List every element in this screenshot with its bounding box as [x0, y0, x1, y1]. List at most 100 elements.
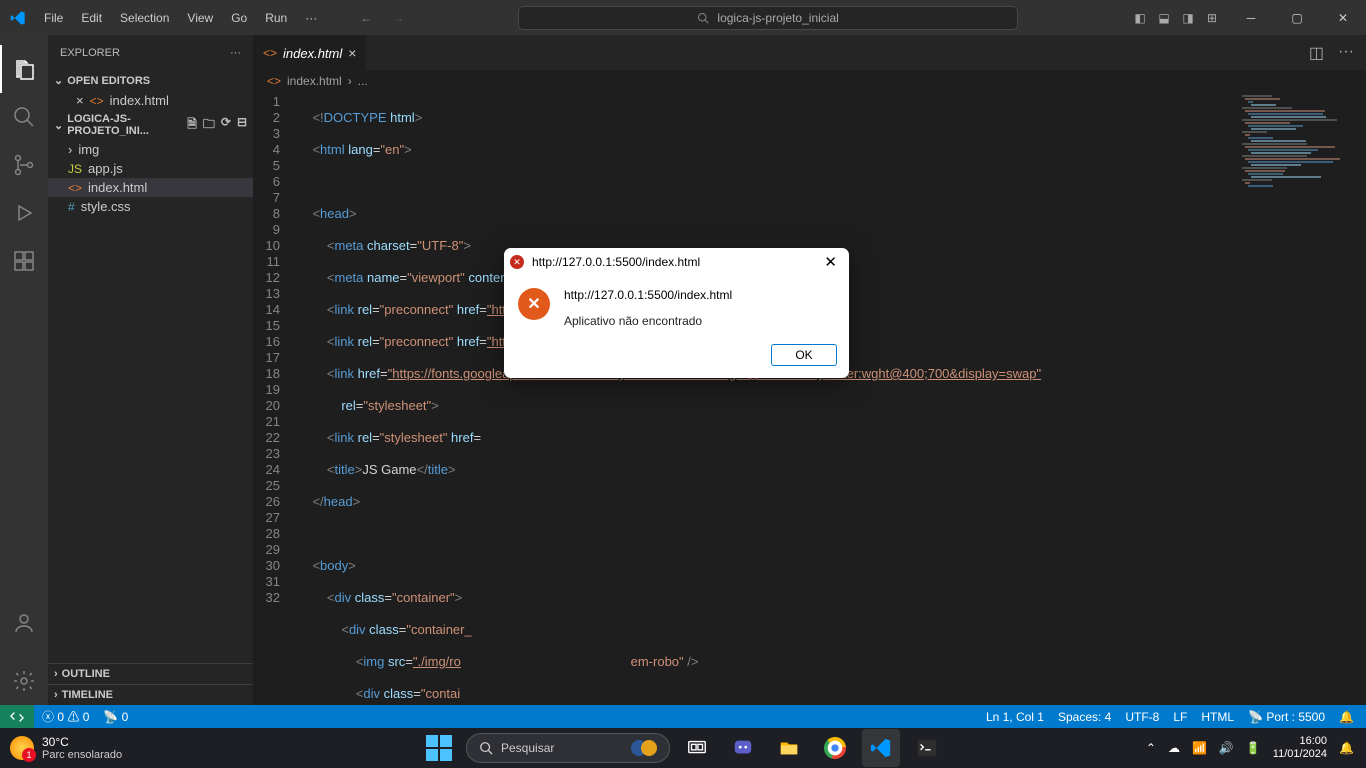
status-cursor-position[interactable]: Ln 1, Col 1: [986, 710, 1044, 724]
tray-battery-icon[interactable]: 🔋: [1246, 741, 1261, 755]
minimap[interactable]: [1242, 95, 1352, 195]
error-icon: ✕: [510, 255, 524, 269]
collapse-icon[interactable]: ⊟: [237, 115, 247, 136]
chevron-right-icon: ›: [68, 142, 72, 157]
menu-file[interactable]: File: [36, 7, 71, 29]
refresh-icon[interactable]: ⟳: [221, 115, 231, 136]
status-eol[interactable]: LF: [1173, 710, 1187, 724]
status-ports[interactable]: 📡 0: [103, 710, 128, 724]
layout-sidebar-left-icon[interactable]: ◧: [1132, 11, 1148, 25]
status-problems[interactable]: ⓧ 0 ⚠ 0: [42, 708, 89, 725]
weather-desc: Parc ensolarado: [42, 749, 122, 761]
activity-extensions-icon[interactable]: [0, 237, 48, 285]
title-bar: File Edit Selection View Go Run ··· ← → …: [0, 0, 1366, 35]
window-maximize-icon[interactable]: ▢: [1274, 0, 1320, 35]
activity-debug-icon[interactable]: [0, 189, 48, 237]
project-header[interactable]: ⌄LOGICA-JS-PROJETO_INI... 🗎 🗀 ⟳ ⊟: [48, 110, 253, 140]
nav-forward-icon[interactable]: →: [392, 11, 404, 25]
nav-back-icon[interactable]: ←: [360, 11, 372, 25]
tray-notifications-icon[interactable]: 🔔: [1339, 741, 1354, 755]
taskbar-chat-icon[interactable]: [724, 729, 762, 767]
layout-panel-icon[interactable]: ⬓: [1156, 11, 1172, 25]
line-gutter: 1234567891011121314151617181920212223242…: [253, 94, 298, 705]
taskbar-explorer-icon[interactable]: [770, 729, 808, 767]
status-encoding[interactable]: UTF-8: [1125, 710, 1159, 724]
dialog-title: http://127.0.0.1:5500/index.html: [532, 255, 700, 269]
tray-onedrive-icon[interactable]: ☁: [1168, 741, 1180, 755]
new-folder-icon[interactable]: 🗀: [203, 115, 215, 136]
code-editor[interactable]: 1234567891011121314151617181920212223242…: [253, 92, 1366, 705]
chevron-down-icon: ⌄: [54, 74, 63, 87]
activity-source-control-icon[interactable]: [0, 141, 48, 189]
activity-bar: [0, 35, 48, 705]
close-icon[interactable]: ×: [76, 93, 84, 108]
file-style[interactable]: #style.css: [48, 197, 253, 216]
chevron-right-icon: ›: [54, 689, 58, 701]
task-view-icon[interactable]: [678, 729, 716, 767]
nav-arrows: ← →: [360, 11, 404, 25]
status-notifications-icon[interactable]: 🔔: [1339, 710, 1354, 724]
error-dialog: ✕ http://127.0.0.1:5500/index.html ✕ ✕ h…: [504, 248, 849, 378]
html-file-icon: <>: [263, 46, 277, 60]
menu-selection[interactable]: Selection: [112, 7, 177, 29]
command-center[interactable]: logica-js-projeto_inicial: [404, 6, 1132, 30]
js-file-icon: JS: [68, 162, 82, 176]
ok-button[interactable]: OK: [771, 344, 837, 366]
dialog-main-text: http://127.0.0.1:5500/index.html: [564, 288, 732, 302]
taskbar-vscode-icon[interactable]: [862, 729, 900, 767]
status-indentation[interactable]: Spaces: 4: [1058, 710, 1111, 724]
remote-indicator-icon[interactable]: [0, 705, 34, 728]
editor-tab-bar: <> index.html × ◫ ···: [253, 35, 1366, 70]
html-file-icon: <>: [90, 94, 104, 108]
activity-explorer-icon[interactable]: [0, 45, 48, 93]
menu-edit[interactable]: Edit: [73, 7, 110, 29]
chevron-right-icon: ›: [54, 668, 58, 680]
window-minimize-icon[interactable]: ─: [1228, 0, 1274, 35]
tray-volume-icon[interactable]: 🔊: [1219, 741, 1234, 755]
taskbar-search[interactable]: Pesquisar: [466, 733, 670, 763]
status-live-server[interactable]: 📡 Port : 5500: [1248, 710, 1325, 724]
editor-tab-index[interactable]: <> index.html ×: [253, 35, 366, 70]
tray-chevron-icon[interactable]: ⌃: [1146, 741, 1156, 755]
open-editor-tab[interactable]: × <> index.html: [48, 91, 253, 110]
split-editor-icon[interactable]: ◫: [1309, 43, 1324, 63]
dialog-close-icon[interactable]: ✕: [818, 253, 843, 271]
taskbar-weather-widget[interactable]: 1 30°C Parc ensolarado: [0, 735, 122, 761]
new-file-icon[interactable]: 🗎: [187, 115, 197, 136]
more-actions-icon[interactable]: ···: [1338, 43, 1354, 63]
taskbar-terminal-icon[interactable]: [908, 729, 946, 767]
folder-img[interactable]: ›img: [48, 140, 253, 159]
menu-view[interactable]: View: [179, 7, 221, 29]
activity-search-icon[interactable]: [0, 93, 48, 141]
dialog-sub-text: Aplicativo não encontrado: [564, 314, 732, 328]
close-tab-icon[interactable]: ×: [348, 45, 356, 61]
layout-sidebar-right-icon[interactable]: ◨: [1180, 11, 1196, 25]
command-center-text: logica-js-projeto_inicial: [717, 11, 838, 25]
start-button[interactable]: [420, 729, 458, 767]
css-file-icon: #: [68, 200, 75, 214]
menu-go[interactable]: Go: [223, 7, 255, 29]
explorer-more-icon[interactable]: ···: [230, 47, 241, 59]
weather-temp: 30°C: [42, 735, 122, 749]
status-bar: ⓧ 0 ⚠ 0 📡 0 Ln 1, Col 1 Spaces: 4 UTF-8 …: [0, 705, 1366, 728]
layout-customize-icon[interactable]: ⊞: [1204, 11, 1220, 25]
menu-bar: File Edit Selection View Go Run ···: [36, 7, 325, 29]
menu-run[interactable]: Run: [257, 7, 295, 29]
tray-wifi-icon[interactable]: 📶: [1192, 741, 1207, 755]
activity-settings-icon[interactable]: [0, 657, 48, 705]
open-editors-section[interactable]: ⌄ OPEN EDITORS: [48, 70, 253, 91]
file-appjs[interactable]: JSapp.js: [48, 159, 253, 178]
timeline-section[interactable]: ›TIMELINE: [48, 684, 253, 705]
outline-section[interactable]: ›OUTLINE: [48, 663, 253, 684]
error-big-icon: ✕: [518, 288, 550, 320]
window-close-icon[interactable]: ✕: [1320, 0, 1366, 35]
status-language[interactable]: HTML: [1201, 710, 1234, 724]
breadcrumb[interactable]: <> index.html › ...: [253, 70, 1366, 92]
taskbar-chrome-icon[interactable]: [816, 729, 854, 767]
activity-accounts-icon[interactable]: [0, 599, 48, 647]
menu-overflow-icon[interactable]: ···: [297, 7, 325, 29]
taskbar-clock[interactable]: 16:00 11/01/2024: [1273, 735, 1327, 761]
html-file-icon: <>: [68, 181, 82, 195]
file-index[interactable]: <>index.html: [48, 178, 253, 197]
weather-sun-icon: 1: [10, 736, 34, 760]
